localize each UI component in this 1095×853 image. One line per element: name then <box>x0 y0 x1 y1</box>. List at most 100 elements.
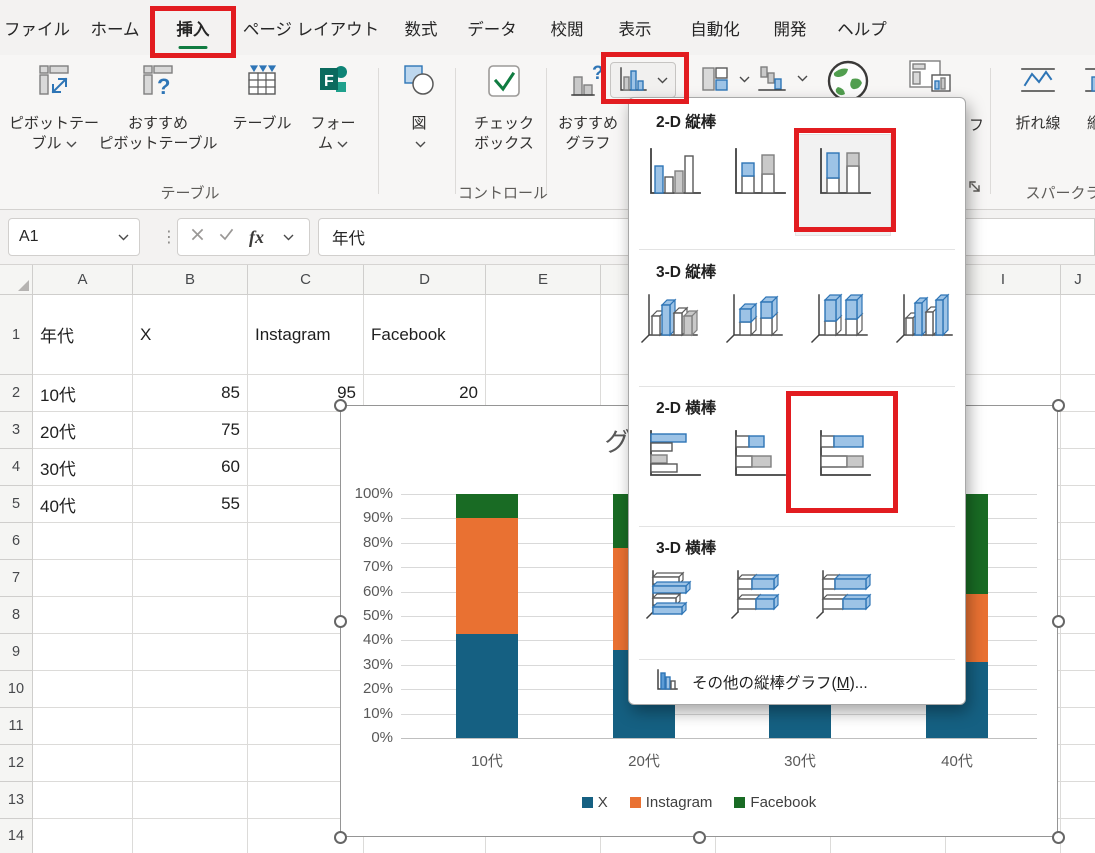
row-header-8[interactable]: 8 <box>0 597 33 634</box>
row-header-4[interactable]: 4 <box>0 449 33 486</box>
cell-J2[interactable] <box>1061 375 1095 412</box>
cell-B14[interactable] <box>133 819 248 853</box>
illustrations-button[interactable]: 図 <box>390 60 448 205</box>
cell-J6[interactable] <box>1061 523 1095 560</box>
row-header-6[interactable]: 6 <box>0 523 33 560</box>
row-header-10[interactable]: 10 <box>0 671 33 708</box>
chart-type-col3d-column[interactable] <box>893 286 957 348</box>
enter-icon[interactable] <box>219 228 234 246</box>
cell-B5[interactable]: 55 <box>133 486 248 523</box>
chart-type-bar3d-clustered[interactable] <box>641 563 705 625</box>
cell-B4[interactable]: 60 <box>133 449 248 486</box>
cell-A14[interactable] <box>33 819 133 853</box>
col-header-C[interactable]: C <box>248 265 364 295</box>
cell-J8[interactable] <box>1061 597 1095 634</box>
cell-A5[interactable]: 40代 <box>33 486 133 523</box>
row-header-3[interactable]: 3 <box>0 412 33 449</box>
cell-J3[interactable] <box>1061 412 1095 449</box>
col-header-B[interactable]: B <box>133 265 248 295</box>
insert-function-button[interactable]: fx <box>249 227 264 248</box>
row-header-13[interactable]: 13 <box>0 782 33 819</box>
menu-tab-10[interactable]: 開発 <box>774 0 807 55</box>
cell-A1[interactable]: 年代 <box>33 295 133 375</box>
cell-J9[interactable] <box>1061 634 1095 671</box>
cell-B12[interactable] <box>133 745 248 782</box>
cell-B7[interactable] <box>133 560 248 597</box>
chart-type-bar3d-stacked[interactable] <box>726 563 790 625</box>
charts-dialog-launcher-icon[interactable] <box>968 180 982 194</box>
cell-A10[interactable] <box>33 671 133 708</box>
cancel-icon[interactable] <box>191 228 204 246</box>
menu-tab-7[interactable]: 校閲 <box>551 0 584 55</box>
chart-type-col3d-100[interactable] <box>808 286 872 348</box>
menu-tab-5[interactable]: 数式 <box>405 0 438 55</box>
cell-B11[interactable] <box>133 708 248 745</box>
menu-tab-6[interactable]: データ <box>467 0 517 55</box>
cell-B8[interactable] <box>133 597 248 634</box>
cell-A6[interactable] <box>33 523 133 560</box>
cell-J4[interactable] <box>1061 449 1095 486</box>
cell-A2[interactable]: 10代 <box>33 375 133 412</box>
formula-bar-grip[interactable]: ⋮ <box>161 218 177 256</box>
col-header-E[interactable]: E <box>486 265 601 295</box>
cell-C1[interactable]: Instagram <box>248 295 364 375</box>
chart-resize-handle[interactable] <box>334 615 347 628</box>
chart-type-col3d-stacked[interactable] <box>723 286 787 348</box>
row-header-11[interactable]: 11 <box>0 708 33 745</box>
menu-tab-2[interactable]: ホーム <box>90 0 139 55</box>
pivottable-button[interactable]: ピボットテーブル <box>10 60 98 205</box>
legend-item-Facebook[interactable]: Facebook <box>734 794 816 811</box>
chart-resize-handle[interactable] <box>334 831 347 844</box>
cell-J7[interactable] <box>1061 560 1095 597</box>
chart-type-bar2d-stacked[interactable] <box>726 423 790 485</box>
row-header-1[interactable]: 1 <box>0 295 33 375</box>
cell-J12[interactable] <box>1061 745 1095 782</box>
cell-B6[interactable] <box>133 523 248 560</box>
chart-resize-handle[interactable] <box>1052 615 1065 628</box>
menu-tab-8[interactable]: 表示 <box>619 0 652 55</box>
cell-D1[interactable]: Facebook <box>364 295 486 375</box>
cell-J5[interactable] <box>1061 486 1095 523</box>
chart-type-col2d-stacked[interactable] <box>726 141 790 203</box>
row-header-5[interactable]: 5 <box>0 486 33 523</box>
cell-A11[interactable] <box>33 708 133 745</box>
name-box[interactable]: A1 <box>8 218 140 256</box>
cell-A8[interactable] <box>33 597 133 634</box>
chart-type-col3d-clustered[interactable] <box>638 286 702 348</box>
col-header-J[interactable]: J <box>1061 265 1095 295</box>
cell-B2[interactable]: 85 <box>133 375 248 412</box>
cell-J1[interactable] <box>1061 295 1095 375</box>
cell-J11[interactable] <box>1061 708 1095 745</box>
row-header-9[interactable]: 9 <box>0 634 33 671</box>
cell-A4[interactable]: 30代 <box>33 449 133 486</box>
cell-J14[interactable] <box>1061 819 1095 853</box>
cell-A9[interactable] <box>33 634 133 671</box>
cell-A12[interactable] <box>33 745 133 782</box>
menu-tab-4[interactable]: ページ レイアウト <box>243 0 379 55</box>
menu-tab-1[interactable]: ファイル <box>4 0 70 55</box>
chart-resize-handle[interactable] <box>1052 399 1065 412</box>
legend-item-Instagram[interactable]: Instagram <box>630 794 713 811</box>
chart-legend[interactable]: XInstagramFacebook <box>341 794 1057 811</box>
cell-A13[interactable] <box>33 782 133 819</box>
menu-tab-11[interactable]: ヘルプ <box>837 0 887 55</box>
bar-segment-X-10代[interactable] <box>456 634 518 738</box>
row-header-12[interactable]: 12 <box>0 745 33 782</box>
more-column-charts-item[interactable]: その他の縦棒グラフ(M)... <box>629 664 965 700</box>
cell-A3[interactable]: 20代 <box>33 412 133 449</box>
bar-segment-Instagram-10代[interactable] <box>456 518 518 634</box>
row-header-7[interactable]: 7 <box>0 560 33 597</box>
row-header-14[interactable]: 14 <box>0 819 33 853</box>
cell-B1[interactable]: X <box>133 295 248 375</box>
cell-A7[interactable] <box>33 560 133 597</box>
cell-B3[interactable]: 75 <box>133 412 248 449</box>
cell-J13[interactable] <box>1061 782 1095 819</box>
chart-resize-handle[interactable] <box>1052 831 1065 844</box>
chart-type-bar3d-100[interactable] <box>811 563 875 625</box>
cell-J10[interactable] <box>1061 671 1095 708</box>
chart-type-col2d-clustered[interactable] <box>641 141 705 203</box>
cell-B13[interactable] <box>133 782 248 819</box>
pivotchart-button[interactable] <box>906 57 954 99</box>
col-header-D[interactable]: D <box>364 265 486 295</box>
table-button[interactable]: テーブル <box>224 60 300 205</box>
